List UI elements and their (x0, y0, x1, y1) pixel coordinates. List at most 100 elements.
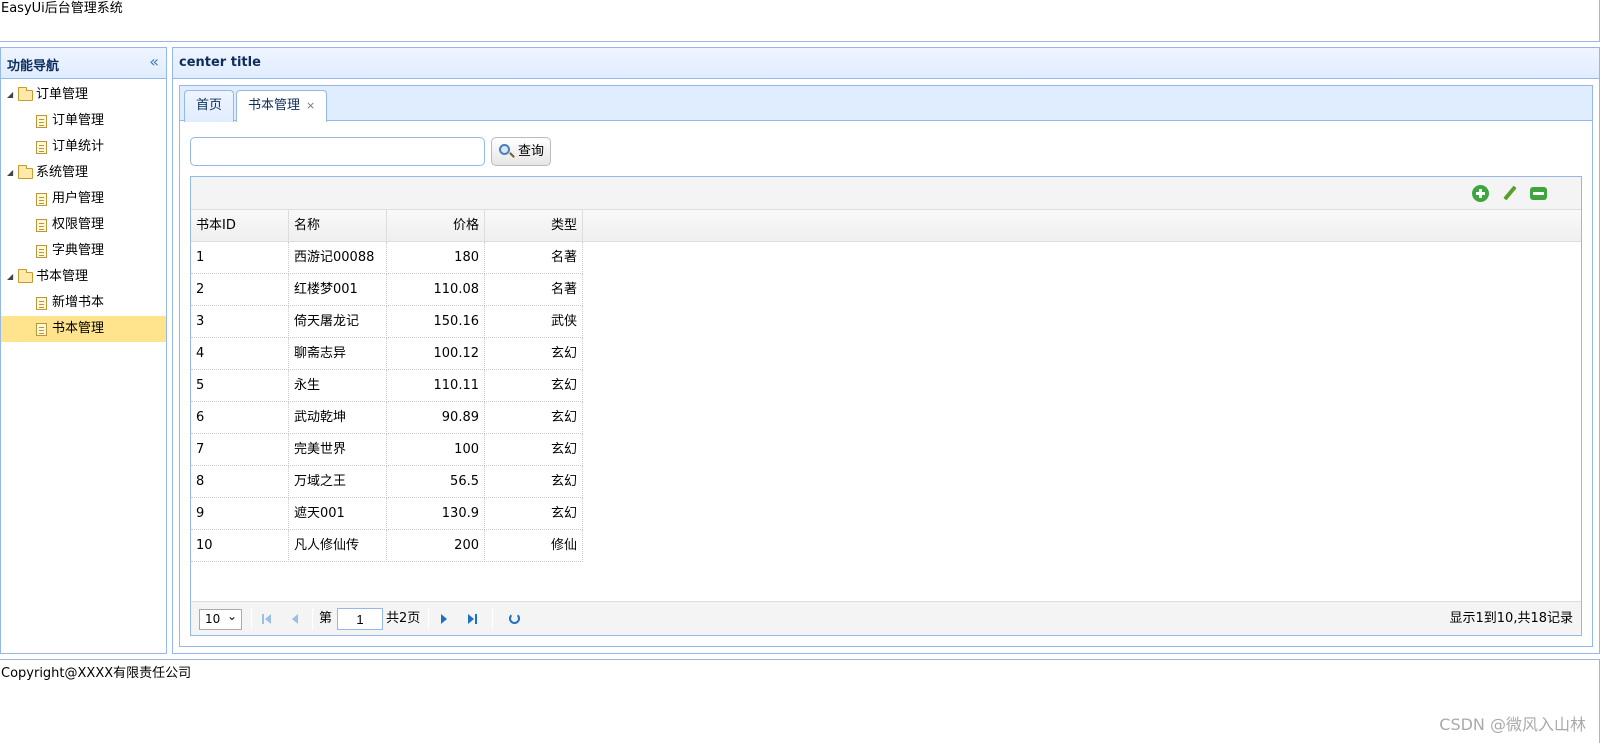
tree-folder-system[interactable]: ◢ 系统管理 (1, 160, 166, 186)
prev-page-icon[interactable] (289, 611, 303, 627)
last-page-icon[interactable] (465, 611, 479, 627)
file-icon (36, 115, 47, 128)
column-header-name[interactable]: 名称 (289, 210, 387, 242)
tree-item-label: 订单统计 (52, 139, 105, 154)
add-icon[interactable] (1472, 185, 1489, 202)
tree-item-permission-manage[interactable]: 权限管理 (1, 212, 166, 238)
tree-item-add-book[interactable]: 新增书本 (1, 290, 166, 316)
tree-folder-label: 订单管理 (36, 87, 89, 102)
folder-icon (18, 269, 33, 283)
tree-item-order-stats[interactable]: 订单统计 (1, 134, 166, 160)
cell-price: 100 (387, 434, 485, 466)
cell-id: 9 (191, 498, 289, 530)
pagination-bar: 10 第 共2页 (191, 601, 1581, 635)
tab-home[interactable]: 首页 (184, 90, 235, 122)
tabs-container: 首页 书本管理 × 查询 书本ID 名称 价格 类型 1 西游记00088 18… (179, 85, 1593, 647)
table-row[interactable]: 4 聊斋志异 100.12 玄幻 (191, 338, 583, 370)
table-row[interactable]: 1 西游记00088 180 名著 (191, 242, 583, 274)
remove-icon[interactable] (1530, 187, 1547, 200)
total-pages-label: 共2页 (386, 611, 421, 626)
close-icon[interactable]: × (306, 99, 315, 112)
table-row[interactable]: 7 完美世界 100 玄幻 (191, 434, 583, 466)
tree-item-label: 订单管理 (52, 113, 105, 128)
cell-name: 西游记00088 (289, 242, 387, 274)
pager-separator (312, 608, 313, 630)
table-row[interactable]: 5 永生 110.11 玄幻 (191, 370, 583, 402)
cell-type: 玄幻 (485, 402, 583, 434)
file-icon (36, 323, 47, 336)
file-icon (36, 193, 47, 206)
page-number-input[interactable] (337, 608, 383, 630)
cell-price: 110.11 (387, 370, 485, 402)
refresh-icon[interactable] (509, 613, 520, 624)
double-chevron-left-icon[interactable]: « (149, 53, 159, 71)
west-nav-panel: 功能导航 « ◢ 订单管理 订单管理 订单统计 ◢ 系统管理 用户管理 权限管理… (0, 47, 167, 654)
expand-triangle-icon[interactable]: ◢ (7, 160, 13, 186)
app-title: EasyUi后台管理系统 (1, 1, 123, 16)
table-row[interactable]: 10 凡人修仙传 200 修仙 (191, 530, 583, 562)
cell-type: 玄幻 (485, 370, 583, 402)
cell-price: 56.5 (387, 466, 485, 498)
center-panel: center title 首页 书本管理 × 查询 书本ID 名称 价格 类型 … (172, 47, 1600, 654)
edit-icon[interactable] (1501, 185, 1518, 202)
cell-price: 150.16 (387, 306, 485, 338)
column-header-id[interactable]: 书本ID (191, 210, 289, 242)
cell-id: 2 (191, 274, 289, 306)
next-page-icon[interactable] (437, 611, 451, 627)
expand-triangle-icon[interactable]: ◢ (7, 82, 13, 108)
datagrid: 书本ID 名称 价格 类型 1 西游记00088 180 名著 2 红楼梦001 (190, 176, 1582, 636)
tree-item-label: 用户管理 (52, 191, 105, 206)
tree-item-user-manage[interactable]: 用户管理 (1, 186, 166, 212)
nav-tree: ◢ 订单管理 订单管理 订单统计 ◢ 系统管理 用户管理 权限管理 字典管理 ◢… (1, 79, 166, 342)
file-icon (36, 297, 47, 310)
tree-item-book-manage[interactable]: 书本管理 (1, 316, 166, 342)
tree-folder-orders[interactable]: ◢ 订单管理 (1, 82, 166, 108)
table-row[interactable]: 2 红楼梦001 110.08 名著 (191, 274, 583, 306)
tabs-header: 首页 书本管理 × (180, 86, 1592, 122)
tree-item-label: 权限管理 (52, 217, 105, 232)
cell-type: 名著 (485, 274, 583, 306)
grid-body: 1 西游记00088 180 名著 2 红楼梦001 110.08 名著 3 倚… (191, 242, 1581, 562)
file-icon (36, 245, 47, 258)
column-header-price[interactable]: 价格 (387, 210, 485, 242)
search-icon (499, 144, 510, 155)
cell-type: 玄幻 (485, 338, 583, 370)
file-icon (36, 141, 47, 154)
cell-id: 3 (191, 306, 289, 338)
page-size-select[interactable]: 10 (199, 607, 242, 630)
center-panel-header: center title (173, 48, 1599, 79)
cell-name: 永生 (289, 370, 387, 402)
cell-type: 名著 (485, 242, 583, 274)
cell-name: 聊斋志异 (289, 338, 387, 370)
cell-price: 180 (387, 242, 485, 274)
folder-icon (18, 165, 33, 179)
expand-triangle-icon[interactable]: ◢ (7, 264, 13, 290)
tree-folder-label: 书本管理 (36, 269, 89, 284)
table-row[interactable]: 9 遮天001 130.9 玄幻 (191, 498, 583, 530)
table-row[interactable]: 3 倚天屠龙记 150.16 武侠 (191, 306, 583, 338)
cell-price: 110.08 (387, 274, 485, 306)
cell-price: 90.89 (387, 402, 485, 434)
cell-name: 武动乾坤 (289, 402, 387, 434)
tree-item-dict-manage[interactable]: 字典管理 (1, 238, 166, 264)
tree-folder-books[interactable]: ◢ 书本管理 (1, 264, 166, 290)
tab-book-manage[interactable]: 书本管理 × (236, 90, 328, 122)
pager-info: 显示1到10,共18记录 (1449, 611, 1574, 626)
cell-type: 玄幻 (485, 466, 583, 498)
search-button[interactable]: 查询 (491, 137, 551, 166)
tree-item-order-manage[interactable]: 订单管理 (1, 108, 166, 134)
column-header-type[interactable]: 类型 (485, 210, 583, 242)
first-page-icon[interactable] (261, 611, 275, 627)
file-icon (36, 219, 47, 232)
table-row[interactable]: 6 武动乾坤 90.89 玄幻 (191, 402, 583, 434)
tab-label: 首页 (196, 98, 223, 113)
watermark-text: CSDN @微风入山林 (1439, 715, 1586, 734)
cell-price: 200 (387, 530, 485, 562)
search-input[interactable] (190, 137, 485, 166)
table-row[interactable]: 8 万域之王 56.5 玄幻 (191, 466, 583, 498)
grid-toolbar (191, 177, 1581, 210)
cell-id: 5 (191, 370, 289, 402)
north-region: EasyUi后台管理系统 (0, 0, 1600, 42)
cell-price: 130.9 (387, 498, 485, 530)
page-prefix-label: 第 (319, 611, 333, 626)
